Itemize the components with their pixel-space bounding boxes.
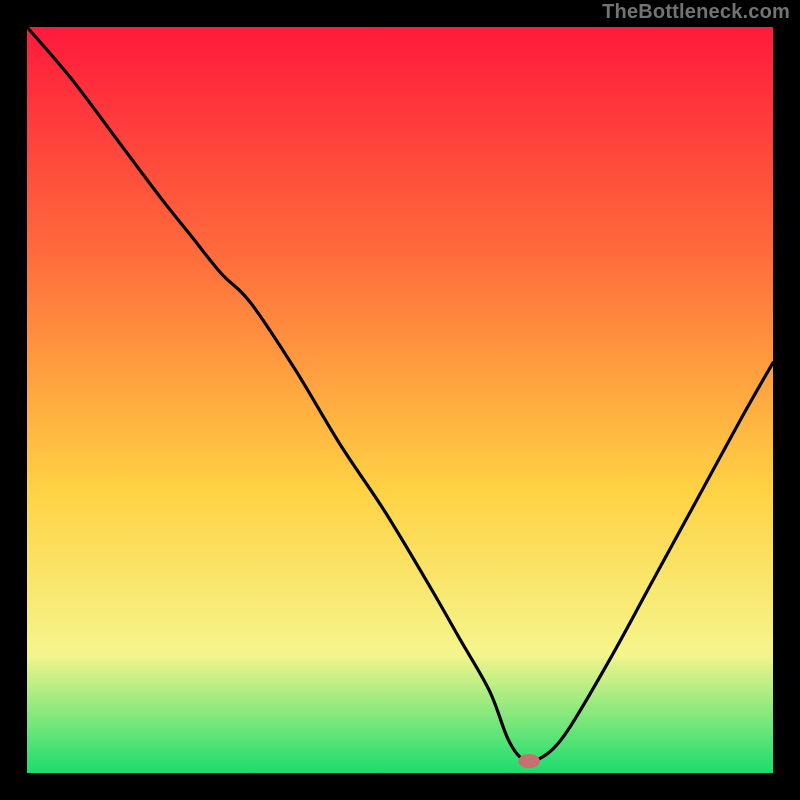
chart-container: { "watermark": "TheBottleneck.com", "col… [0, 0, 800, 800]
watermark-text: TheBottleneck.com [602, 1, 790, 24]
chart-svg [0, 0, 800, 800]
plot-background [27, 27, 773, 773]
optimum-marker [518, 754, 540, 768]
